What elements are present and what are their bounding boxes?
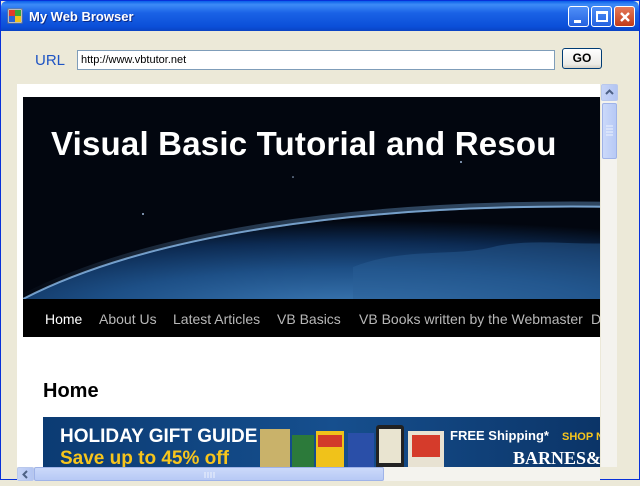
url-input[interactable] <box>77 50 555 70</box>
vertical-scrollbar[interactable] <box>600 84 618 467</box>
minimize-button[interactable] <box>568 6 589 27</box>
url-label: URL <box>35 52 66 69</box>
ad-headline: HOLIDAY GIFT GUIDE <box>60 426 258 447</box>
nav-item-about-us[interactable]: About Us <box>99 311 157 327</box>
ad-subline: Save up to 45% off <box>60 448 229 467</box>
books-image <box>260 425 444 467</box>
nav-item-vb-basics[interactable]: VB Basics <box>277 311 341 327</box>
scroll-left-button[interactable] <box>17 467 34 481</box>
close-button[interactable] <box>614 6 635 27</box>
maximize-button[interactable] <box>591 6 612 27</box>
horizontal-scrollbar[interactable] <box>17 467 600 481</box>
browser-window: My Web Browser URL GO <box>0 0 640 481</box>
site-navbar: Home About Us Latest Articles VB Basics … <box>23 299 617 337</box>
web-viewport[interactable]: Visual Basic Tutorial and Resou Home Abo… <box>17 84 617 467</box>
grip-icon <box>204 472 215 478</box>
grip-icon <box>606 125 613 136</box>
ad-shop-link[interactable]: SHOP N <box>562 431 604 443</box>
chevron-left-icon <box>22 470 28 479</box>
nav-item-latest-articles[interactable]: Latest Articles <box>173 311 260 327</box>
horizontal-scroll-thumb[interactable] <box>34 467 384 481</box>
maximize-icon <box>596 11 608 22</box>
site-banner: Visual Basic Tutorial and Resou <box>23 97 617 299</box>
chevron-up-icon <box>605 89 614 95</box>
scroll-up-button[interactable] <box>601 84 618 101</box>
nav-item-vb-books[interactable]: VB Books written by the Webmaster <box>359 311 583 327</box>
ad-banner[interactable]: HOLIDAY GIFT GUIDE Save up to 45% off FR… <box>43 417 617 467</box>
nav-item-home[interactable]: Home <box>45 311 82 327</box>
go-button[interactable]: GO <box>562 48 602 69</box>
site-title: Visual Basic Tutorial and Resou <box>51 125 557 162</box>
title-bar[interactable]: My Web Browser <box>1 1 639 31</box>
ad-shipping: FREE Shipping* <box>450 428 549 443</box>
minimize-icon <box>574 20 581 23</box>
scroll-thumb[interactable] <box>602 103 617 159</box>
close-icon <box>620 12 630 22</box>
window-title: My Web Browser <box>29 9 134 24</box>
app-icon <box>7 8 23 24</box>
page-heading: Home <box>43 380 99 402</box>
